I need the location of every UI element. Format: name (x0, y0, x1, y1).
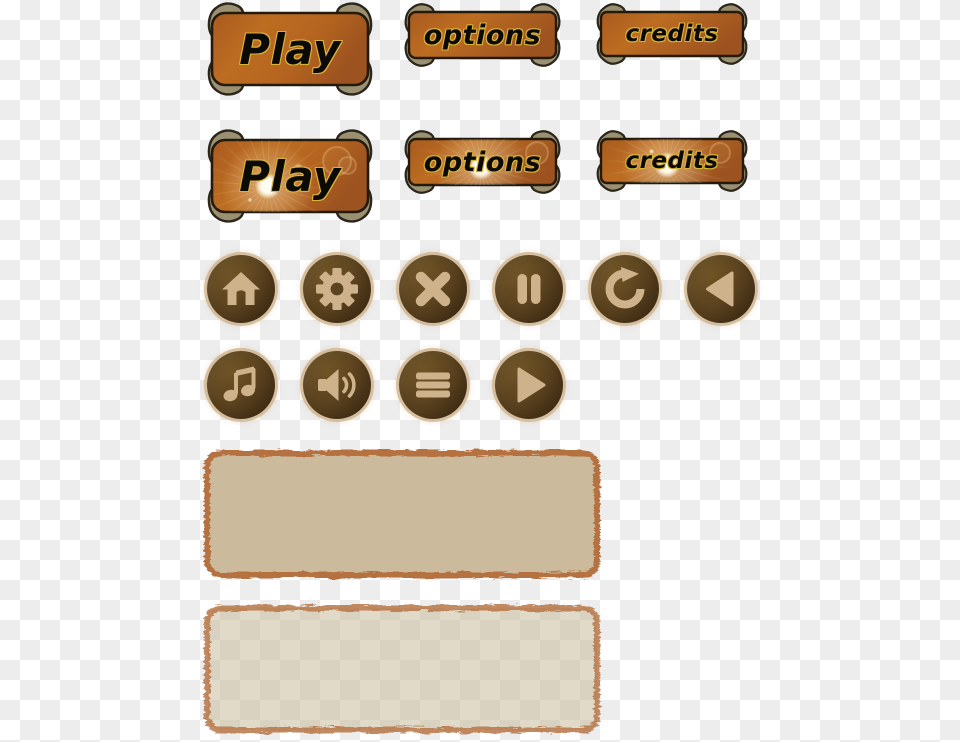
plaque-button-options-highlight[interactable]: options (400, 130, 565, 194)
plaque-button-credits-highlight[interactable]: credits (592, 130, 752, 192)
icon-button-close[interactable] (399, 255, 467, 323)
previous-icon (706, 271, 734, 307)
hamburger-menu-icon (416, 372, 450, 398)
plaque-button-options-normal[interactable]: options (400, 3, 565, 67)
icon-button-menu[interactable] (399, 351, 467, 419)
asset-sheet-canvas: Play options credits Play options credit… (0, 0, 960, 742)
icon-button-music[interactable] (207, 351, 275, 419)
home-icon (222, 272, 260, 305)
speaker-icon (318, 369, 356, 401)
icon-button-home[interactable] (207, 255, 275, 323)
panel-translucent (200, 601, 604, 737)
music-note-icon (223, 366, 256, 402)
icon-button-play[interactable] (495, 351, 563, 419)
gear-icon (316, 268, 358, 310)
plaque-button-credits-normal[interactable]: credits (592, 3, 752, 65)
pause-icon (517, 274, 541, 304)
icon-button-pause[interactable] (495, 255, 563, 323)
close-icon (415, 271, 451, 307)
icon-button-restart[interactable] (591, 255, 659, 323)
plaque-button-play-normal[interactable]: Play (202, 0, 378, 98)
panel-solid (200, 446, 604, 582)
icon-button-settings[interactable] (303, 255, 371, 323)
plaque-button-play-highlight[interactable]: Play (202, 127, 378, 225)
icon-button-sound[interactable] (303, 351, 371, 419)
play-icon (517, 367, 546, 403)
restart-icon (605, 267, 645, 309)
icon-button-back[interactable] (687, 255, 755, 323)
